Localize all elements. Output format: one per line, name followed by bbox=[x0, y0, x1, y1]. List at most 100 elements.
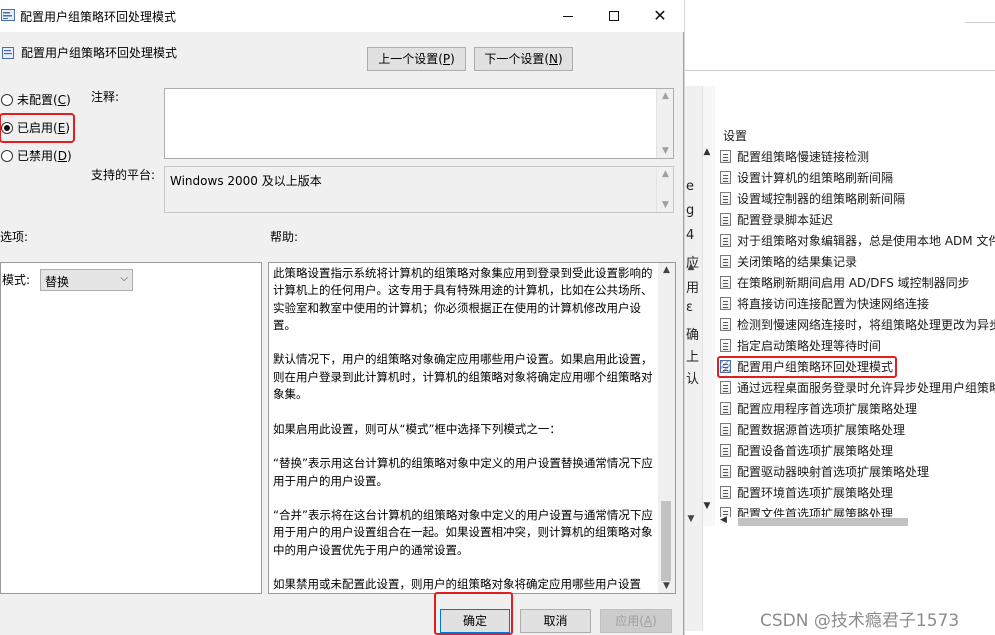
divider bbox=[965, 22, 995, 23]
scroll-up-icon[interactable]: ▲ bbox=[657, 91, 674, 101]
cancel-button[interactable]: 取消 bbox=[520, 609, 591, 633]
policy-name: 设置计算机的组策略刷新间隔 bbox=[737, 171, 894, 185]
radio-not-configured[interactable]: 未配置(C) bbox=[1, 92, 71, 108]
help-paragraph: “替换”表示用这台计算机的组策略对象中定义的用户设置替换通常情况下应用于用户的用… bbox=[273, 456, 653, 488]
policy-list-item[interactable]: 在策略刷新期间启用 AD/DFS 域控制器同步 bbox=[720, 273, 995, 294]
ok-highlight-box bbox=[434, 592, 513, 635]
watermark: CSDN @技术瘾君子1573 bbox=[760, 611, 960, 631]
policy-name: 对于组策略对象编辑器，总是使用本地 ADM 文件 bbox=[737, 234, 995, 248]
policy-setting-icon bbox=[720, 297, 731, 310]
policy-setting-icon bbox=[720, 318, 731, 331]
policy-setting-icon bbox=[720, 192, 731, 205]
policy-name: 配置环境首选项扩展策略处理 bbox=[737, 486, 894, 500]
close-icon: ✕ bbox=[653, 6, 667, 25]
scroll-up-icon[interactable]: ▲ bbox=[685, 262, 697, 272]
policy-list-item[interactable]: 配置组策略慢速链接检测 bbox=[720, 147, 995, 168]
platform-value: Windows 2000 及以上版本 bbox=[170, 174, 322, 188]
maximize-icon bbox=[609, 11, 619, 21]
policy-setting-icon bbox=[720, 444, 731, 457]
selected-policy-highlight bbox=[717, 356, 897, 378]
background-policy-window: eg4应用ε确上认 ▲ ▼ 设置 ▲ ▼ 配置组策略慢速链接检测 设置计算机的组策… bbox=[684, 0, 995, 635]
scrollbar-thumb[interactable] bbox=[738, 518, 908, 526]
horizontal-scrollbar[interactable]: ◀ bbox=[720, 515, 995, 529]
radio-circle[interactable] bbox=[1, 93, 13, 106]
apply-button[interactable]: 应用(A) bbox=[600, 609, 672, 633]
policy-list-item[interactable]: 配置登录脚本延迟 bbox=[720, 210, 995, 231]
maximize-button[interactable] bbox=[591, 0, 637, 32]
policy-list-item[interactable]: 指定启动策略处理等待时间 bbox=[720, 336, 995, 357]
scroll-down-icon[interactable]: ▼ bbox=[657, 146, 674, 156]
next-setting-button[interactable]: 下一个设置(N) bbox=[474, 47, 573, 71]
previous-setting-button[interactable]: 上一个设置(P) bbox=[367, 47, 466, 71]
policy-window-icon bbox=[1, 9, 15, 21]
policy-name: 配置驱动器映射首选项扩展策略处理 bbox=[737, 465, 930, 479]
scroll-left-icon[interactable]: ◀ bbox=[720, 515, 727, 525]
policy-setting-icon bbox=[720, 339, 731, 352]
policy-name: 设置域控制器的组策略刷新间隔 bbox=[737, 192, 906, 206]
policy-list-item[interactable]: 设置计算机的组策略刷新间隔 bbox=[720, 168, 995, 189]
platform-scrollbar[interactable]: ▲ ▼ bbox=[656, 167, 673, 212]
help-paragraph: 默认情况下，用户的组策略对象确定应用哪些用户设置。如果启用此设置，则在用户登录到… bbox=[273, 352, 653, 402]
policy-setting-icon bbox=[720, 402, 731, 415]
scroll-down-icon[interactable]: ▼ bbox=[657, 200, 674, 210]
scroll-down-icon[interactable]: ▼ bbox=[685, 514, 697, 524]
setting-title: 配置用户组策略环回处理模式 bbox=[21, 46, 178, 60]
policy-setting-icon bbox=[720, 171, 731, 184]
settings-column-header[interactable]: 设置 bbox=[723, 127, 747, 144]
radio-circle[interactable] bbox=[1, 149, 13, 162]
scroll-down-icon[interactable]: ▼ bbox=[700, 501, 714, 511]
policy-name: 指定启动策略处理等待时间 bbox=[737, 339, 882, 353]
policy-list-item[interactable]: 配置环境首选项扩展策略处理 bbox=[720, 483, 995, 504]
help-paragraph: 此策略设置指示系统将计算机的组策略对象集应用到登录到受此设置影响的计算机上的任何… bbox=[273, 266, 653, 332]
scroll-up-icon[interactable]: ▲ bbox=[657, 169, 674, 179]
policy-list-scrollbar[interactable]: ▲ ▼ bbox=[700, 147, 714, 517]
policy-name: 配置设备首选项扩展策略处理 bbox=[737, 444, 894, 458]
policy-name: 在策略刷新期间启用 AD/DFS 域控制器同步 bbox=[737, 276, 970, 290]
radio-disabled[interactable]: 已禁用(D) bbox=[1, 148, 72, 164]
help-paragraph: 如果启用此设置，则可从“模式”框中选择下列模式之一： bbox=[273, 421, 561, 436]
policy-setting-icon bbox=[720, 255, 731, 268]
policy-setting-icon bbox=[720, 150, 731, 163]
mode-value: 替换 bbox=[45, 275, 70, 289]
divider bbox=[685, 70, 995, 71]
platform-field: Windows 2000 及以上版本 ▲ ▼ bbox=[164, 166, 674, 213]
policy-setting-icon bbox=[720, 486, 731, 499]
policy-list-item[interactable]: 将直接访问连接配置为快速网络连接 bbox=[720, 294, 995, 315]
help-text: 此策略设置指示系统将计算机的组策略对象集应用到登录到受此设置影响的计算机上的任何… bbox=[273, 265, 659, 593]
mode-label: 模式: bbox=[2, 273, 31, 287]
scroll-up-icon[interactable]: ▲ bbox=[658, 265, 675, 275]
mode-select[interactable]: 替换 ⌵ bbox=[40, 269, 133, 291]
comment-scrollbar[interactable]: ▲ ▼ bbox=[656, 89, 673, 158]
policy-list-item[interactable]: 通过远程桌面服务登录时允许异步处理用户组策略 bbox=[720, 378, 995, 399]
policy-list-item[interactable]: 对于组策略对象编辑器，总是使用本地 ADM 文件 bbox=[720, 231, 995, 252]
policy-list-item[interactable]: 配置设备首选项扩展策略处理 bbox=[720, 441, 995, 462]
comment-textarea[interactable]: ▲ ▼ bbox=[164, 88, 674, 159]
scroll-up-icon[interactable]: ▲ bbox=[700, 147, 714, 157]
policy-list-item[interactable]: 检测到慢速网络连接时，将组策略处理更改为异步 bbox=[720, 315, 995, 336]
setting-icon bbox=[2, 47, 14, 59]
policy-list-item[interactable]: 配置应用程序首选项扩展策略处理 bbox=[720, 399, 995, 420]
window-title: 配置用户组策略环回处理模式 bbox=[20, 10, 177, 24]
scrollbar-thumb[interactable] bbox=[661, 501, 671, 581]
scroll-down-icon[interactable]: ▼ bbox=[658, 581, 675, 591]
policy-list-item[interactable]: 关闭策略的结果集记录 bbox=[720, 252, 995, 273]
help-panel: 此策略设置指示系统将计算机的组策略对象集应用到登录到受此设置影响的计算机上的任何… bbox=[268, 262, 676, 594]
policy-name: 检测到慢速网络连接时，将组策略处理更改为异步 bbox=[737, 318, 995, 332]
policy-setting-icon bbox=[720, 423, 731, 436]
help-scrollbar[interactable]: ▲ ▼ bbox=[658, 263, 675, 593]
policy-list-item[interactable]: 配置驱动器映射首选项扩展策略处理 bbox=[720, 462, 995, 483]
policy-setting-icon bbox=[720, 381, 731, 394]
close-button[interactable]: ✕ bbox=[637, 0, 683, 32]
minimize-button[interactable] bbox=[545, 0, 591, 32]
left-pane-text-fragment: g bbox=[686, 203, 695, 218]
middle-scrollbar[interactable]: ▲ ▼ bbox=[685, 262, 695, 532]
policy-name: 通过远程桌面服务登录时允许异步处理用户组策略 bbox=[737, 381, 995, 395]
policy-list-item[interactable]: 设置域控制器的组策略刷新间隔 bbox=[720, 189, 995, 210]
policy-name: 配置组策略慢速链接检测 bbox=[737, 150, 870, 164]
title-bar[interactable]: 配置用户组策略环回处理模式 ✕ bbox=[0, 0, 684, 32]
policy-name: 配置登录脚本延迟 bbox=[737, 213, 834, 227]
help-label: 帮助: bbox=[270, 230, 299, 244]
policy-name: 关闭策略的结果集记录 bbox=[737, 255, 858, 269]
policy-list-item[interactable]: 配置数据源首选项扩展策略处理 bbox=[720, 420, 995, 441]
policy-name: 配置数据源首选项扩展策略处理 bbox=[737, 423, 906, 437]
